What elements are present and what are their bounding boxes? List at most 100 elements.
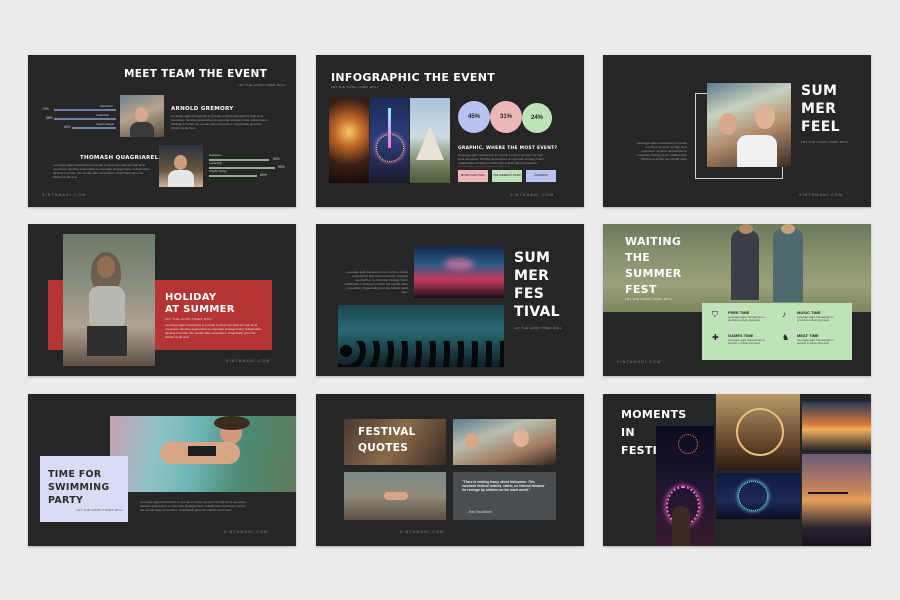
skill-label: Graphic Design bbox=[96, 123, 114, 126]
title-line: IN bbox=[621, 426, 635, 439]
sunset-photo bbox=[802, 402, 871, 452]
stat-bubble: 31% bbox=[490, 101, 522, 133]
skill-label: Ilustrations bbox=[100, 105, 113, 108]
carousel-photo bbox=[716, 473, 800, 519]
legend-chip: CAMPING bbox=[526, 170, 556, 182]
slide-tagline: LET THE GOOD TIMES ROLL bbox=[801, 140, 849, 144]
slide-title: INFOGRAPHIC THE EVENT bbox=[331, 71, 496, 84]
team-photo-1 bbox=[120, 95, 164, 137]
footer-url: XINTAMANI.COM bbox=[400, 530, 445, 534]
music-note-icon: ♪ bbox=[782, 310, 786, 319]
slide-tagline: LET THE GOOD TIMES ROLL bbox=[76, 508, 124, 512]
quote-text: "There is nothing funny about Halloween.… bbox=[462, 480, 545, 493]
skill-label: Leadership bbox=[209, 162, 222, 165]
friends-photo bbox=[453, 419, 556, 465]
feature-text: Leverage agile frameworks to provide a r… bbox=[728, 338, 765, 346]
cow-icon: ♞ bbox=[782, 333, 790, 342]
slide-holiday-summer[interactable]: HOLIDAY AT SUMMER LET THE GOOD TIMES ROL… bbox=[28, 224, 296, 376]
holding-hands-photo bbox=[344, 472, 446, 520]
pier-photo bbox=[802, 454, 871, 546]
skill-label: Leadership bbox=[96, 114, 109, 117]
quote-author: - Jean Baudrillard bbox=[466, 510, 492, 514]
percent-label: 60% bbox=[64, 125, 71, 129]
title-line: SUM bbox=[801, 83, 838, 99]
feature-text: Leverage agile frameworks to provide a r… bbox=[797, 338, 834, 346]
skill-label: Graphic Design bbox=[209, 170, 227, 173]
slide-moments-festival[interactable]: MOMENTS IN FESTIVAL bbox=[603, 394, 871, 546]
woman-photo bbox=[63, 234, 155, 366]
chart-question: GRAPHIC, WHERE THE MOST EVENT? bbox=[458, 146, 558, 151]
title-line: AT SUMMER bbox=[165, 304, 235, 315]
slide-tagline: LET THE GOOD TIMES ROLL bbox=[331, 85, 379, 89]
title-line: SWIMMING bbox=[48, 482, 110, 493]
slide-meet-team[interactable]: MEET TEAM THE EVENT LET THE GOOD TIMES R… bbox=[28, 55, 296, 207]
features-panel: ⛉ FREE TIME Leverage agile frameworks to… bbox=[702, 303, 852, 360]
slide-festival-quotes[interactable]: FESTIVAL QUOTES "There is nothing funny … bbox=[316, 394, 584, 546]
title-line: THE bbox=[625, 251, 651, 264]
skill-bar bbox=[209, 167, 275, 169]
percent-label: 90% bbox=[278, 165, 285, 169]
person-bio: Leverage agile frameworks to provide a r… bbox=[53, 163, 150, 179]
title-line: FEST bbox=[625, 283, 657, 296]
skill-bar bbox=[209, 159, 269, 161]
slide-waiting-summer-fest[interactable]: WAITING THE SUMMER FEST LET THE GOOD TIM… bbox=[603, 224, 871, 376]
skill-bar bbox=[54, 118, 116, 120]
skill-bar bbox=[54, 109, 116, 111]
slide-body: Leverage agile frameworks to provide a r… bbox=[344, 270, 408, 294]
slide-summer-festival[interactable]: Leverage agile frameworks to provide a r… bbox=[316, 224, 584, 376]
title-line: PARTY bbox=[48, 495, 84, 506]
footer-url: XINTAMANI.COM bbox=[226, 359, 271, 363]
slide-title: MEET TEAM THE EVENT bbox=[124, 68, 268, 80]
tent-photo bbox=[410, 98, 450, 183]
puzzle-icon: ✚ bbox=[712, 333, 719, 342]
title-line: SUM bbox=[514, 250, 551, 266]
pool-photo bbox=[110, 416, 296, 492]
slide-body: Leverage agile frameworks to provide a r… bbox=[140, 500, 248, 512]
title-line: MOMENTS bbox=[621, 408, 687, 421]
stat-bubble: 45% bbox=[458, 101, 490, 133]
footer-url: XINTAMANI.COM bbox=[510, 193, 555, 197]
slide-tagline: LET THE GOOD TIMES ROLL bbox=[625, 297, 673, 301]
percent-label: 65% bbox=[260, 173, 267, 177]
team-photo-2 bbox=[159, 145, 203, 187]
skill-bar bbox=[72, 127, 116, 129]
footer-url: XINTAMANI.COM bbox=[617, 360, 662, 364]
feature-text: Leverage agile frameworks to provide a r… bbox=[728, 315, 765, 323]
title-line: MER bbox=[514, 268, 550, 284]
footer-url: XINTAMANI.COM bbox=[799, 193, 844, 197]
feature-text: Leverage agile frameworks to provide a r… bbox=[797, 315, 834, 323]
stage-photo bbox=[414, 246, 504, 298]
title-line: FEEL bbox=[801, 119, 840, 135]
question-body: Leverage agile frameworks to provide a r… bbox=[458, 153, 544, 167]
slide-swimming-party[interactable]: TIME FOR SWIMMING PARTY LET THE GOOD TIM… bbox=[28, 394, 296, 546]
slide-body: Leverage agile frameworks to provide a r… bbox=[636, 141, 687, 161]
skill-bar bbox=[209, 175, 257, 177]
title-line: MER bbox=[801, 101, 837, 117]
person-bio: Leverage agile frameworks to provide a r… bbox=[171, 114, 268, 130]
ferris-wheel-photo bbox=[370, 98, 409, 183]
percent-label: 70% bbox=[42, 107, 49, 111]
title-line: FESTIVAL bbox=[358, 426, 416, 438]
footer-url: XINTAMANI.COM bbox=[42, 193, 87, 197]
legend-chip: MUSIC FESTIVAL bbox=[458, 170, 488, 182]
percent-label: 85% bbox=[46, 116, 53, 120]
person-name: THOMASH QUAGRIARELA bbox=[80, 155, 163, 161]
person-name: ARNOLD GREMORY bbox=[171, 106, 234, 112]
crowd-photo bbox=[338, 305, 504, 367]
slide-summer-feel[interactable]: SUM MER FEEL LET THE GOOD TIMES ROLL Lev… bbox=[603, 55, 871, 207]
fireworks-photo bbox=[656, 426, 714, 546]
stat-bubble: 24% bbox=[522, 103, 552, 133]
legend-chip: AMUSEMENT PARK bbox=[492, 170, 522, 182]
skill-label: Ilustrations bbox=[209, 154, 222, 157]
title-line: SUMMER bbox=[625, 267, 682, 280]
percent-label: 80% bbox=[273, 157, 280, 161]
title-line: HOLIDAY bbox=[165, 292, 217, 303]
friends-photo bbox=[707, 83, 791, 167]
title-line: QUOTES bbox=[358, 442, 409, 454]
title-line: TIME FOR bbox=[48, 469, 102, 480]
slide-infographic[interactable]: INFOGRAPHIC THE EVENT LET THE GOOD TIMES… bbox=[316, 55, 584, 207]
footer-url: XINTAMANI.COM bbox=[224, 530, 269, 534]
title-line: FES bbox=[514, 286, 545, 302]
title-line: TIVAL bbox=[514, 304, 560, 320]
slide-tagline: LET THE GOOD TIMES ROLL bbox=[238, 83, 286, 87]
